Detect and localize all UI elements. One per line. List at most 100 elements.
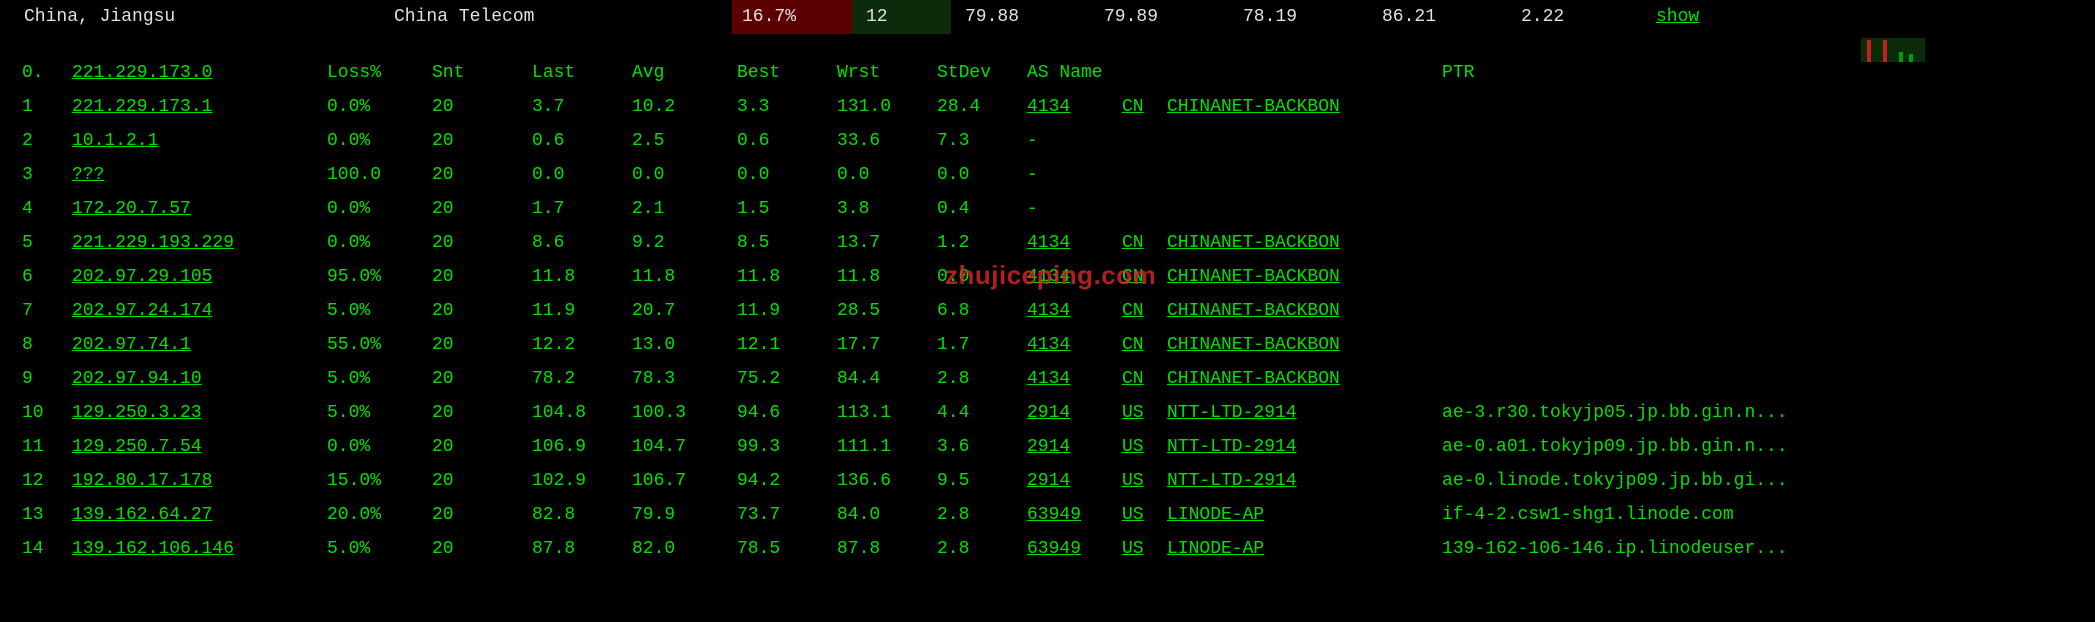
summary-avg: 79.89 — [1090, 0, 1229, 34]
hop-avg: 13.0 — [632, 328, 737, 362]
col-ptr: PTR — [1442, 56, 2072, 90]
table-row: 7202.97.24.1745.0%2011.920.711.928.56.84… — [22, 294, 2072, 328]
table-row: 9202.97.94.105.0%2078.278.375.284.42.841… — [22, 362, 2072, 396]
hop-as: 4134 — [1027, 90, 1122, 124]
table-row: 13139.162.64.2720.0%2082.879.973.784.02.… — [22, 498, 2072, 532]
hop-wrst: 84.4 — [837, 362, 937, 396]
hop-wrst: 111.1 — [837, 430, 937, 464]
sparkline — [1796, 0, 1925, 34]
col-asname: AS Name — [1027, 56, 1442, 90]
probe-isp: China Telecom — [394, 0, 732, 34]
hop-snt: 20 — [432, 260, 532, 294]
table-row: 10129.250.3.235.0%20104.8100.394.6113.14… — [22, 396, 2072, 430]
hop-avg: 78.3 — [632, 362, 737, 396]
table-row: 11129.250.7.540.0%20106.9104.799.3111.13… — [22, 430, 2072, 464]
hop-last: 104.8 — [532, 396, 632, 430]
hop-last: 102.9 — [532, 464, 632, 498]
hop-wrst: 28.5 — [837, 294, 937, 328]
hop-wrst: 3.8 — [837, 192, 937, 226]
hop-ip: 129.250.3.23 — [72, 396, 327, 430]
hop-avg: 11.8 — [632, 260, 737, 294]
hop-stdev: 0.0 — [937, 158, 1027, 192]
hop-as: 4134 — [1027, 362, 1122, 396]
hop-best: 1.5 — [737, 192, 837, 226]
hop-stdev: 28.4 — [937, 90, 1027, 124]
hop-cc: CN — [1122, 260, 1167, 294]
hop-as: - — [1027, 158, 1122, 192]
hop-asname: CHINANET-BACKBON — [1167, 328, 1442, 362]
hop-best: 12.1 — [737, 328, 837, 362]
hop-loss: 5.0% — [327, 294, 432, 328]
hop-cc — [1122, 158, 1167, 192]
hop-avg: 82.0 — [632, 532, 737, 566]
hop-as: 2914 — [1027, 464, 1122, 498]
hop-cc: US — [1122, 532, 1167, 566]
hop-last: 8.6 — [532, 226, 632, 260]
hop-ip: 139.162.64.27 — [72, 498, 327, 532]
hop-asname: NTT-LTD-2914 — [1167, 396, 1442, 430]
hop-cc: CN — [1122, 90, 1167, 124]
hop-stdev: 2.8 — [937, 532, 1027, 566]
hop-ip: 172.20.7.57 — [72, 192, 327, 226]
hop-loss: 5.0% — [327, 362, 432, 396]
hop-number: 8 — [22, 328, 72, 362]
hop-best: 11.8 — [737, 260, 837, 294]
summary-stdev: 2.22 — [1507, 0, 1646, 34]
hop-snt: 20 — [432, 328, 532, 362]
table-header-row: 0. 221.229.173.0 Loss% Snt Last Avg Best… — [22, 56, 2072, 90]
hop-last: 0.0 — [532, 158, 632, 192]
hop-wrst: 33.6 — [837, 124, 937, 158]
hop-loss: 20.0% — [327, 498, 432, 532]
hop-last: 3.7 — [532, 90, 632, 124]
hop-cc: US — [1122, 396, 1167, 430]
table-row: 210.1.2.10.0%200.62.50.633.67.3- — [22, 124, 2072, 158]
table-row: 1221.229.173.10.0%203.710.23.3131.028.44… — [22, 90, 2072, 124]
col-last: Last — [532, 56, 632, 90]
hop-asname: NTT-LTD-2914 — [1167, 430, 1442, 464]
hop-number: 9 — [22, 362, 72, 396]
hop-loss: 0.0% — [327, 226, 432, 260]
hop-number: 13 — [22, 498, 72, 532]
hop-loss: 15.0% — [327, 464, 432, 498]
hop-ip: 10.1.2.1 — [72, 124, 327, 158]
hop-best: 94.6 — [737, 396, 837, 430]
hop-stdev: 6.8 — [937, 294, 1027, 328]
hop-best: 75.2 — [737, 362, 837, 396]
probe-location: China, Jiangsu — [0, 0, 394, 34]
hop-ptr — [1442, 294, 2072, 328]
show-link[interactable]: show — [1646, 0, 1796, 34]
hop-number: 4 — [22, 192, 72, 226]
hop-asname: LINODE-AP — [1167, 532, 1442, 566]
hop-as: 4134 — [1027, 226, 1122, 260]
hop-best: 8.5 — [737, 226, 837, 260]
col-avg: Avg — [632, 56, 737, 90]
hop-ip: 202.97.29.105 — [72, 260, 327, 294]
hop-ptr — [1442, 192, 2072, 226]
hop-asname — [1167, 124, 1442, 158]
hop-cc: CN — [1122, 226, 1167, 260]
hop-wrst: 87.8 — [837, 532, 937, 566]
hop-stdev: 4.4 — [937, 396, 1027, 430]
hop-ptr — [1442, 362, 2072, 396]
hop-asname: CHINANET-BACKBON — [1167, 294, 1442, 328]
hop-ip: 202.97.94.10 — [72, 362, 327, 396]
hop-as: - — [1027, 192, 1122, 226]
col-std: StDev — [937, 56, 1027, 90]
hop-loss: 0.0% — [327, 90, 432, 124]
hop-snt: 20 — [432, 158, 532, 192]
hop-cc: CN — [1122, 294, 1167, 328]
hop-avg: 0.0 — [632, 158, 737, 192]
hop-ip: 139.162.106.146 — [72, 532, 327, 566]
hop-ptr: ae-3.r30.tokyjp05.jp.bb.gin.n... — [1442, 396, 2072, 430]
col-best: Best — [737, 56, 837, 90]
hop-last: 106.9 — [532, 430, 632, 464]
hop-as: 63949 — [1027, 532, 1122, 566]
hop-as: 63949 — [1027, 498, 1122, 532]
summary-best: 78.19 — [1229, 0, 1368, 34]
hop-ptr: if-4-2.csw1-shg1.linode.com — [1442, 498, 2072, 532]
hop-wrst: 11.8 — [837, 260, 937, 294]
hop-loss: 0.0% — [327, 430, 432, 464]
hop-best: 0.0 — [737, 158, 837, 192]
hop-number: 6 — [22, 260, 72, 294]
hop-snt: 20 — [432, 430, 532, 464]
